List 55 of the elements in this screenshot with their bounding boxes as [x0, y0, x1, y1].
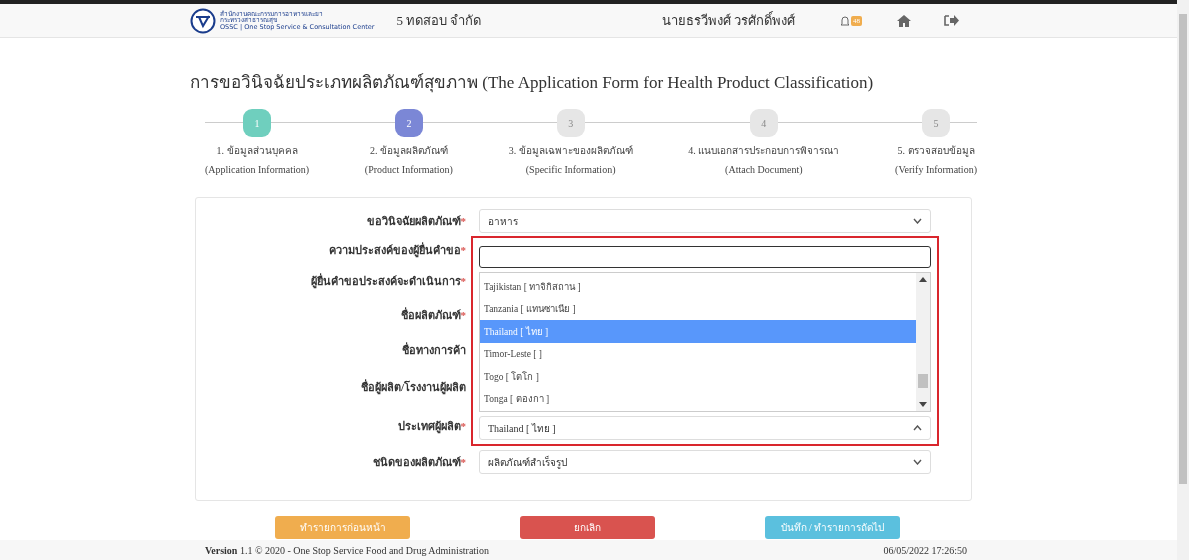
page-title: การขอวินิจฉัยประเภทผลิตภัณฑ์สุขภาพ (The Application Form for Health Product Classification) — [190, 72, 875, 95]
caret-icon — [913, 459, 922, 465]
home-icon[interactable] — [896, 13, 912, 28]
step-sublabel: (Product Information) — [364, 164, 453, 175]
label-text: ชื่อผลิตภัณฑ์ — [400, 306, 461, 324]
step-sublabel: (Application Information) — [205, 164, 310, 175]
step-sublabel: (Attach Document) — [725, 164, 803, 175]
dropdown-option[interactable]: Timor-Leste [ ] — [480, 342, 916, 365]
select-field[interactable]: Thailand [ ไทย ] — [479, 416, 931, 440]
logo-icon — [190, 7, 216, 34]
label-text: ชื่อทางการค้า — [402, 341, 466, 358]
dropdown-option[interactable]: Tanzania [ แทนซาเนีย ] — [480, 297, 916, 320]
label-text: ชื่อผู้ผลิต/โรงงานผู้ผลิต — [360, 378, 466, 396]
step-label: 2. ข้อมูลผลิตภัณฑ์ — [369, 144, 448, 158]
label-text: ประเทศผู้ผลิต — [397, 418, 461, 435]
select-field[interactable]: อาหาร — [479, 209, 931, 233]
step-sublabel: (Verify Information) — [895, 164, 977, 175]
step-label: 5. ตรวจสอบข้อมูล — [897, 144, 975, 158]
scroll-up-icon[interactable] — [919, 277, 927, 282]
search-field[interactable] — [479, 246, 931, 268]
required-mark: * — [460, 243, 466, 256]
required-mark: * — [460, 309, 466, 322]
step-number: 5 — [922, 109, 950, 137]
scroll-thumb[interactable] — [918, 374, 928, 388]
bell-icon — [839, 14, 851, 27]
company-name: 5 ทดสอบ จำกัด — [396, 12, 482, 30]
select-field[interactable]: ผลิตภัณฑ์สำเร็จรูป — [479, 450, 931, 474]
dropdown-option[interactable]: Togo [ โตโก ] — [480, 365, 916, 388]
step-number: 1 — [243, 109, 272, 137]
required-mark: * — [460, 419, 466, 432]
caret-icon — [913, 218, 922, 224]
step-label: 3. ข้อมูลเฉพาะของผลิตภัณฑ์ — [508, 144, 633, 158]
caret-icon — [913, 425, 922, 431]
label-text: ขอวินิจฉัยผลิตภัณฑ์ — [366, 214, 461, 229]
version-text: Version 1.1 © 2020 - One Stop Service Food and Drug Administration — [205, 544, 489, 556]
label-text: ชนิดของผลิตภัณฑ์ — [372, 455, 461, 470]
datetime-text: 06/05/2022 17:26:50 — [883, 544, 967, 556]
user-name: นายธรวีพงศ์ วรศักดิ์พงศ์ — [661, 10, 795, 30]
step-number: 2 — [394, 109, 423, 137]
required-mark: * — [460, 215, 466, 227]
label-text: ผู้ยื่นคำขอประสงค์จะดำเนินการ — [310, 272, 461, 290]
step-number: 4 — [749, 109, 778, 137]
label-text: ความประสงค์ของผู้ยื่นคำขอ — [328, 241, 461, 259]
step-number: 3 — [556, 109, 585, 137]
page-scrollbar[interactable] — [1177, 0, 1189, 560]
action-button[interactable]: ยกเลิก — [520, 516, 655, 539]
scroll-down-icon[interactable] — [919, 402, 927, 407]
logout-icon[interactable] — [944, 14, 959, 27]
dropdown-option[interactable]: Tonga [ ตองกา ] — [480, 387, 916, 410]
step-label: 4. แนบเอกสารประกอบการพิจารณา — [688, 144, 840, 158]
step-sublabel: (Specific Information) — [525, 164, 616, 175]
step-label: 1. ข้อมูลส่วนบุคคล — [216, 144, 298, 158]
required-mark: * — [460, 274, 466, 287]
required-mark: * — [460, 456, 466, 468]
dropdown-option[interactable]: Tajikistan [ ทาจิกิสถาน ] — [480, 275, 916, 298]
